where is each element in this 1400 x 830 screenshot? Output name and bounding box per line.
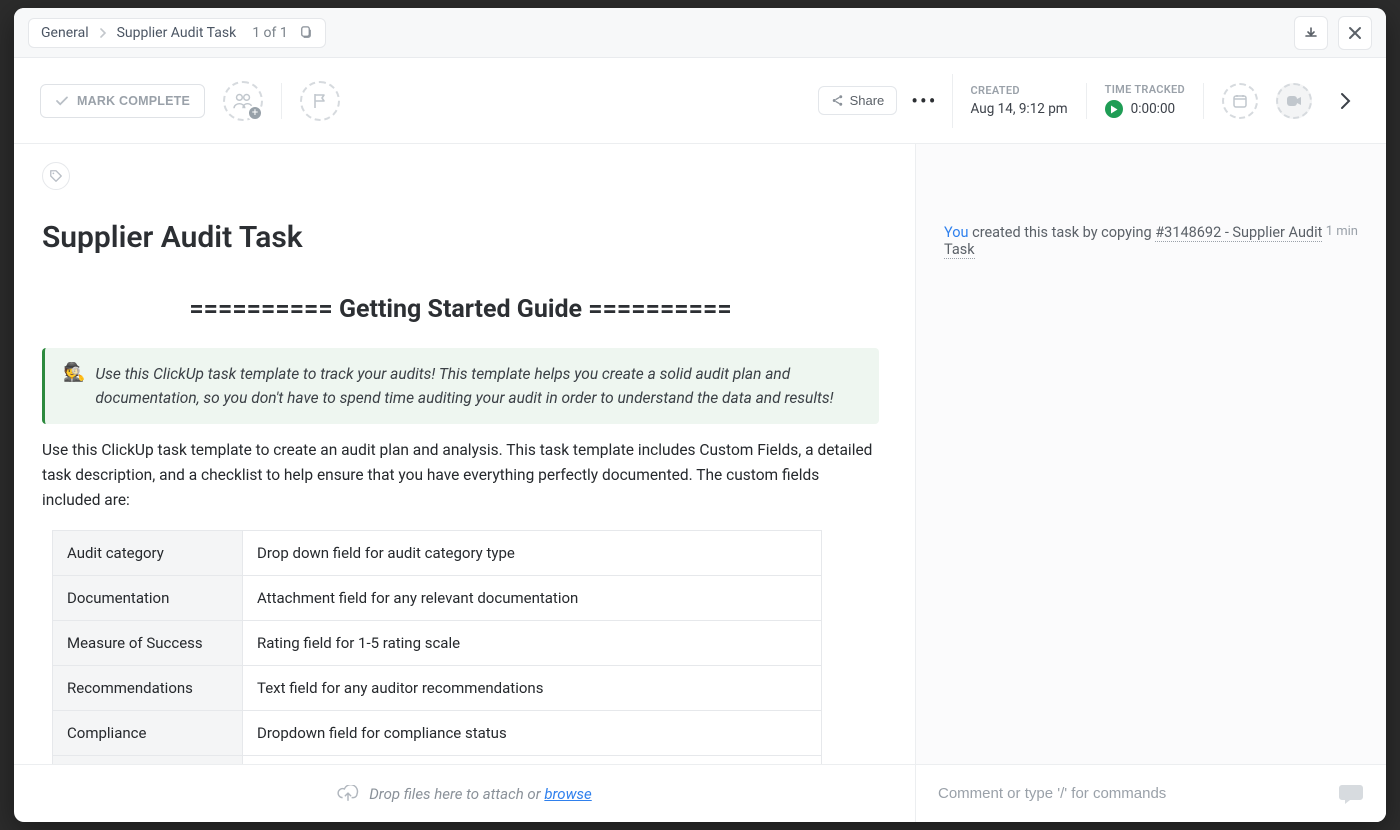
- breadcrumb[interactable]: General Supplier Audit Task 1 of 1: [28, 18, 326, 48]
- attachment-dropzone[interactable]: Drop files here to attach or browse: [14, 764, 915, 822]
- table-row: ComplianceDropdown field for compliance …: [53, 711, 822, 756]
- task-main-panel: Supplier Audit Task ========== Getting S…: [14, 144, 916, 822]
- task-body: Supplier Audit Task ========== Getting S…: [14, 144, 1386, 822]
- table-row: Measure of SuccessRating field for 1-5 r…: [53, 621, 822, 666]
- set-dates-button[interactable]: [1222, 83, 1258, 119]
- video-icon: [1286, 95, 1302, 107]
- close-button[interactable]: [1338, 16, 1372, 50]
- play-timer-button[interactable]: [1105, 100, 1123, 118]
- detective-icon: 🕵️: [63, 362, 85, 410]
- activity-feed: 1 min You created this task by copying #…: [916, 144, 1386, 764]
- task-modal: General Supplier Audit Task 1 of 1 MARK …: [14, 8, 1386, 822]
- check-icon: [55, 94, 69, 108]
- created-label: CREATED: [971, 84, 1068, 97]
- comment-icon: [1338, 783, 1364, 805]
- field-desc-cell: Attachment field for any relevant docume…: [243, 576, 822, 621]
- breadcrumb-root[interactable]: General: [41, 25, 89, 41]
- table-row: DocumentationAttachment field for any re…: [53, 576, 822, 621]
- set-priority-button[interactable]: [300, 81, 340, 121]
- field-name-cell: Compliance: [53, 711, 243, 756]
- field-name-cell: Audit category: [53, 531, 243, 576]
- field-name-cell: Recommendations: [53, 666, 243, 711]
- mark-complete-button[interactable]: MARK COMPLETE: [40, 84, 205, 118]
- tag-icon: [49, 169, 63, 183]
- activity-actor[interactable]: You: [944, 224, 969, 241]
- field-desc-cell: Location field for address information: [243, 756, 822, 764]
- field-desc-cell: Rating field for 1-5 rating scale: [243, 621, 822, 666]
- table-row: SiteLocation field for address informati…: [53, 756, 822, 764]
- cloud-upload-icon: [337, 785, 359, 803]
- custom-fields-table: Audit categoryDrop down field for audit …: [52, 530, 822, 764]
- field-desc-cell: Text field for any auditor recommendatio…: [243, 666, 822, 711]
- dropzone-text: Drop files here to attach or: [369, 785, 544, 803]
- time-tracked-meta: TIME TRACKED 0:00:00: [1105, 83, 1185, 118]
- callout-text: Use this ClickUp task template to track …: [95, 362, 861, 410]
- flag-icon: [312, 92, 328, 110]
- field-desc-cell: Dropdown field for compliance status: [243, 711, 822, 756]
- table-row: Audit categoryDrop down field for audit …: [53, 531, 822, 576]
- field-name-cell: Documentation: [53, 576, 243, 621]
- more-menu-button[interactable]: •••: [911, 89, 937, 113]
- chevron-right-icon: [99, 28, 107, 38]
- divider: [1086, 83, 1087, 119]
- field-name-cell: Site: [53, 756, 243, 764]
- created-value: Aug 14, 9:12 pm: [971, 101, 1068, 117]
- task-toolbar: MARK COMPLETE + Share ••• CREATED Au: [14, 58, 1386, 144]
- copy-link-icon[interactable]: [298, 25, 313, 40]
- mark-complete-label: MARK COMPLETE: [77, 94, 190, 108]
- created-meta: CREATED Aug 14, 9:12 pm: [971, 84, 1068, 117]
- task-meta: CREATED Aug 14, 9:12 pm TIME TRACKED 0:0…: [952, 74, 1360, 128]
- time-tracked-value: 0:00:00: [1131, 101, 1175, 117]
- share-label: Share: [850, 93, 885, 108]
- field-desc-cell: Drop down field for audit category type: [243, 531, 822, 576]
- browse-link[interactable]: browse: [544, 785, 591, 803]
- activity-panel: 1 min You created this task by copying #…: [916, 144, 1386, 822]
- breadcrumb-task[interactable]: Supplier Audit Task: [117, 25, 237, 41]
- comment-input[interactable]: [938, 785, 1324, 802]
- callout-block: 🕵️ Use this ClickUp task template to tra…: [42, 348, 879, 424]
- next-task-button[interactable]: [1330, 92, 1360, 110]
- add-tag-button[interactable]: [42, 162, 70, 190]
- time-tracked-label: TIME TRACKED: [1105, 83, 1185, 96]
- add-assignee-button[interactable]: +: [223, 81, 263, 121]
- share-button[interactable]: Share: [818, 86, 898, 115]
- activity-item: 1 min You created this task by copying #…: [944, 224, 1358, 258]
- breadcrumb-count: 1 of 1: [252, 25, 288, 41]
- plus-icon: +: [247, 105, 263, 121]
- breadcrumb-bar: General Supplier Audit Task 1 of 1: [14, 8, 1386, 58]
- intro-paragraph: Use this ClickUp task template to create…: [42, 438, 879, 512]
- activity-text: created this task by copying: [969, 224, 1156, 241]
- divider: [1203, 83, 1204, 119]
- record-clip-button[interactable]: [1276, 83, 1312, 119]
- divider: [281, 83, 282, 119]
- guide-heading: ========== Getting Started Guide =======…: [42, 295, 879, 324]
- task-title[interactable]: Supplier Audit Task: [42, 220, 879, 255]
- chevron-right-icon: [1339, 92, 1351, 110]
- calendar-icon: [1232, 93, 1248, 109]
- task-content-scroll[interactable]: Supplier Audit Task ========== Getting S…: [14, 190, 915, 764]
- share-icon: [831, 94, 844, 107]
- table-row: RecommendationsText field for any audito…: [53, 666, 822, 711]
- activity-time: 1 min: [1326, 224, 1358, 239]
- field-name-cell: Measure of Success: [53, 621, 243, 666]
- minimize-button[interactable]: [1294, 16, 1328, 50]
- comment-box[interactable]: [916, 764, 1386, 822]
